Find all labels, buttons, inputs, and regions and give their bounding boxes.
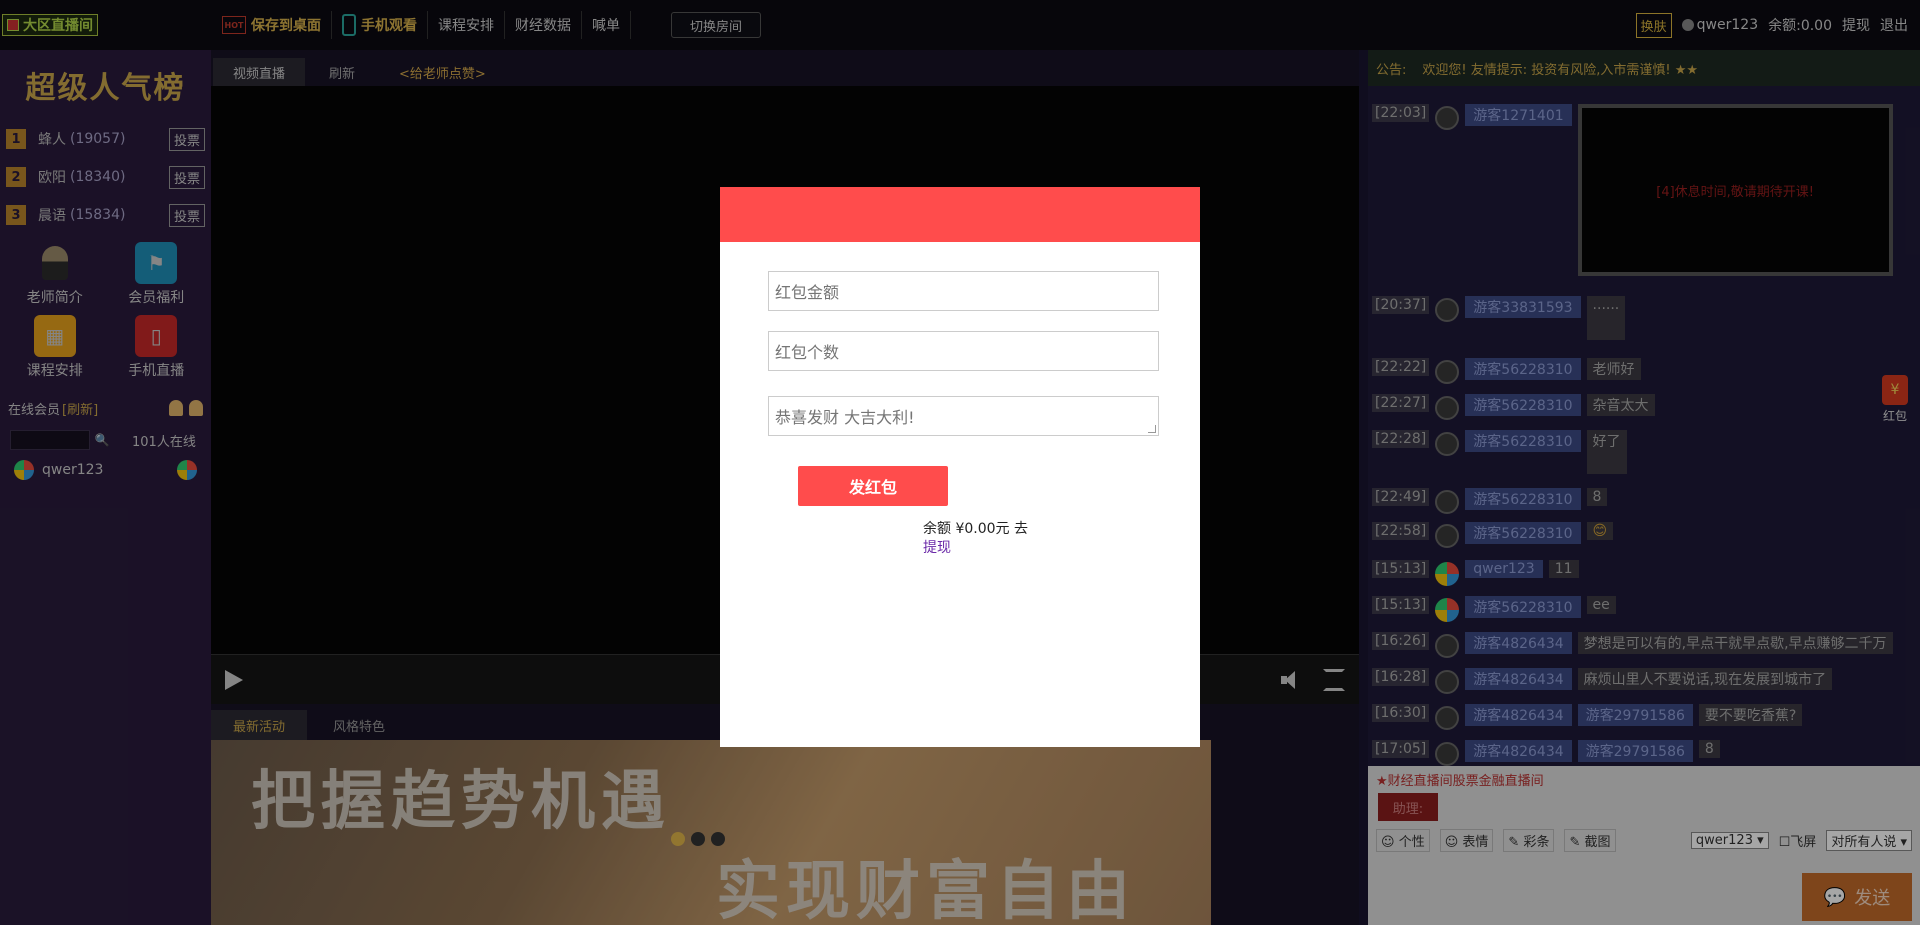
resize-grip-icon[interactable] bbox=[1148, 425, 1156, 433]
red-packet-count-input[interactable]: 红包个数 bbox=[768, 331, 1159, 371]
red-packet-dialog: 红包金额 红包个数 恭喜发财 大吉大利! 发红包 余额 ¥0.00元 去 提现 bbox=[720, 187, 1200, 747]
greeting-placeholder: 恭喜发财 大吉大利! bbox=[775, 408, 915, 427]
red-packet-amount-input[interactable]: 红包金额 bbox=[768, 271, 1159, 311]
withdraw-link[interactable]: 提现 bbox=[923, 539, 1028, 558]
red-packet-message-textarea[interactable]: 恭喜发财 大吉大利! bbox=[768, 396, 1159, 436]
balance-info: 余额 ¥0.00元 去 提现 bbox=[923, 520, 1028, 558]
balance-text: 余额 ¥0.00元 去 bbox=[923, 521, 1028, 537]
dialog-header bbox=[720, 187, 1200, 242]
send-red-packet-button[interactable]: 发红包 bbox=[798, 466, 948, 506]
